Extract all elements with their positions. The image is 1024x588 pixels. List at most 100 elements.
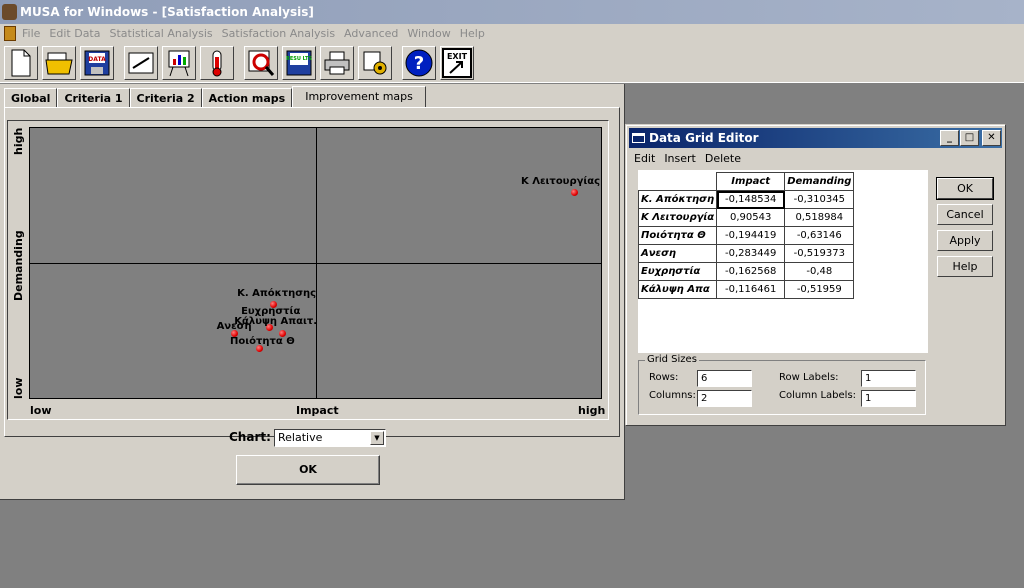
row-label[interactable]: Κ Λειτουργία — [637, 208, 718, 227]
new-file-icon — [11, 49, 31, 76]
svg-text:RESU LTS: RESU LTS — [286, 56, 312, 62]
table-row: Ανεση -0,283449 -0,519373 — [637, 244, 855, 263]
thermometer-icon — [212, 50, 222, 76]
demanding-cell[interactable]: 0,518984 — [784, 208, 855, 227]
point-label: Κ. Απόκτησης — [237, 287, 317, 299]
rows-label: Rows: — [649, 372, 679, 383]
demanding-cell[interactable]: -0,519373 — [784, 244, 855, 263]
minimize-button[interactable]: _ — [940, 130, 959, 146]
svg-text:?: ? — [414, 53, 424, 74]
menu-bar: File Edit Data Statistical Analysis Sati… — [0, 24, 1024, 43]
row-label[interactable]: Ευχρηστία — [637, 262, 718, 281]
impact-cell[interactable]: -0,162568 — [716, 262, 786, 281]
x-high-label: high — [578, 404, 606, 417]
chevron-down-icon[interactable]: ▼ — [370, 431, 384, 445]
window-icon — [632, 133, 645, 143]
columns-label: Columns: — [649, 390, 696, 401]
impact-cell[interactable]: 0,90543 — [716, 208, 786, 227]
ok-button[interactable]: OK — [236, 455, 380, 485]
svg-text:EXIT: EXIT — [447, 52, 468, 61]
save-data-button[interactable]: DATA — [80, 45, 114, 80]
row-label[interactable]: Κάλυψη Απα — [637, 280, 718, 299]
grid-sizes-group: Grid Sizes Rows: 6 Columns: 2 Row Labels… — [638, 354, 926, 415]
app-title: MUSA for Windows - [Satisfaction Analysi… — [20, 5, 314, 19]
column-header-impact[interactable]: Impact — [716, 172, 786, 191]
row-label[interactable]: Κ. Απόκτηση — [637, 190, 718, 209]
y-axis-label: Demanding — [12, 230, 25, 301]
editor-menu-edit[interactable]: Edit — [634, 152, 655, 165]
demanding-cell[interactable]: -0,310345 — [784, 190, 855, 209]
impact-cell[interactable]: -0,194419 — [716, 226, 786, 245]
app-title-bar: MUSA for Windows - [Satisfaction Analysi… — [0, 0, 1024, 24]
printer-icon — [324, 51, 350, 74]
editor-ok-button[interactable]: OK — [936, 177, 994, 200]
scatter-point — [278, 329, 286, 337]
tab-action-maps[interactable]: Action maps — [201, 88, 293, 108]
tab-criteria-2[interactable]: Criteria 2 — [129, 88, 202, 108]
exit-icon: EXIT — [442, 47, 472, 78]
demanding-cell[interactable]: -0,63146 — [784, 226, 855, 245]
row-labels-input[interactable]: 1 — [861, 370, 916, 387]
open-file-button[interactable] — [42, 45, 76, 80]
demanding-cell[interactable]: -0,48 — [784, 262, 855, 281]
svg-text:DATA: DATA — [88, 56, 106, 63]
results-icon: RESU LTS — [286, 50, 312, 75]
demanding-cell[interactable]: -0,51959 — [784, 280, 855, 299]
toolbar: DATA RESU LTS ? EXIT — [0, 43, 1024, 83]
tab-criteria-1[interactable]: Criteria 1 — [57, 88, 130, 108]
editor-apply-button[interactable]: Apply — [937, 230, 993, 251]
tab-global[interactable]: Global — [4, 88, 58, 108]
results-button[interactable]: RESU LTS — [282, 45, 316, 80]
x-low-label: low — [30, 404, 52, 417]
analysis-button[interactable] — [244, 45, 278, 80]
settings-icon — [363, 51, 387, 74]
thermometer-button[interactable] — [200, 45, 234, 80]
row-label[interactable]: Ανεση — [637, 244, 718, 263]
impact-cell[interactable]: -0,116461 — [716, 280, 786, 299]
print-button[interactable] — [320, 45, 354, 80]
menu-window[interactable]: Window — [407, 27, 450, 40]
save-data-icon: DATA — [84, 50, 110, 75]
impact-cell[interactable]: -0,148534 — [716, 190, 786, 209]
document-icon[interactable] — [4, 26, 16, 41]
new-file-button[interactable] — [4, 45, 38, 80]
column-labels-input[interactable]: 1 — [861, 390, 916, 407]
menu-satisfaction-analysis[interactable]: Satisfaction Analysis — [222, 27, 335, 40]
settings-button[interactable] — [358, 45, 392, 80]
columns-input[interactable]: 2 — [697, 390, 752, 407]
rows-input[interactable]: 6 — [697, 370, 752, 387]
presentation-button[interactable] — [162, 45, 196, 80]
close-button[interactable]: ✕ — [982, 130, 1001, 146]
table-row: Κάλυψη Απα -0,116461 -0,51959 — [637, 280, 855, 299]
editor-cancel-button[interactable]: Cancel — [937, 204, 993, 225]
edit-button[interactable] — [124, 45, 158, 80]
menu-edit-data[interactable]: Edit Data — [49, 27, 100, 40]
tab-improvement-maps[interactable]: Improvement maps — [292, 86, 426, 108]
help-button[interactable]: ? — [402, 45, 436, 80]
maximize-button[interactable]: □ — [960, 130, 979, 146]
editor-title: Data Grid Editor — [649, 131, 759, 145]
column-labels-label: Column Labels: — [779, 390, 857, 401]
improvement-map-chart: high Demanding low Κ. Απόκτησης Κ Λειτουρ… — [7, 120, 609, 420]
column-header-demanding[interactable]: Demanding — [784, 172, 855, 191]
x-axis-label: Impact — [296, 404, 339, 417]
chart-type-select[interactable]: Relative ▼ — [274, 429, 386, 447]
menu-file[interactable]: File — [22, 27, 40, 40]
editor-help-button[interactable]: Help — [937, 256, 993, 277]
app-icon — [2, 4, 17, 20]
menu-help[interactable]: Help — [460, 27, 485, 40]
menu-statistical-analysis[interactable]: Statistical Analysis — [110, 27, 213, 40]
exit-button[interactable]: EXIT — [440, 45, 474, 80]
editor-menu-delete[interactable]: Delete — [705, 152, 741, 165]
easel-chart-icon — [168, 50, 190, 76]
row-label[interactable]: Ποιότητα Θ — [637, 226, 718, 245]
chart-type-label: Chart: — [229, 430, 271, 444]
menu-advanced[interactable]: Advanced — [344, 27, 398, 40]
editor-title-bar: Data Grid Editor _ □ ✕ — [629, 128, 1002, 148]
table-row: Κ. Απόκτηση -0,148534 -0,310345 — [637, 190, 855, 209]
satisfaction-analysis-window: Global Criteria 1 Criteria 2 Action maps… — [0, 84, 625, 500]
editor-menu: Edit Insert Delete — [634, 152, 750, 165]
editor-menu-insert[interactable]: Insert — [664, 152, 696, 165]
grid-sizes-legend: Grid Sizes — [645, 354, 699, 365]
impact-cell[interactable]: -0,283449 — [716, 244, 786, 263]
